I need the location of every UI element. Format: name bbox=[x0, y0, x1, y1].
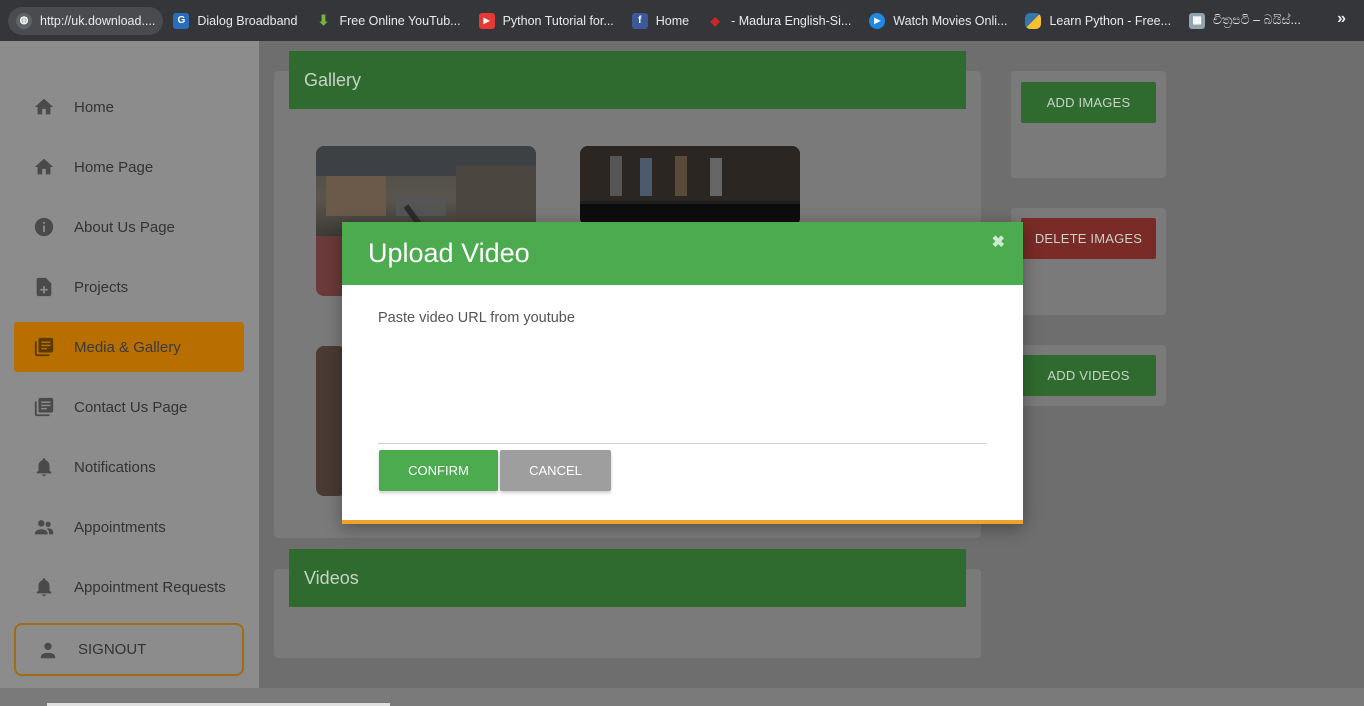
sidebar-item-label: Notifications bbox=[74, 458, 156, 476]
sidebar-item-home[interactable]: Home bbox=[14, 82, 244, 132]
youtube-icon: ▶ bbox=[478, 12, 495, 29]
python-icon bbox=[1025, 12, 1042, 29]
modal-accent-bar bbox=[342, 520, 1023, 524]
sidebar-item-label: Media & Gallery bbox=[74, 338, 181, 356]
video-url-label: Paste video URL from youtube bbox=[378, 310, 575, 326]
sidebar-item-appointment-requests[interactable]: Appointment Requests bbox=[14, 562, 244, 612]
delete-images-button[interactable]: DELETE IMAGES bbox=[1021, 218, 1156, 259]
add-videos-button[interactable]: ADD VIDEOS bbox=[1021, 355, 1156, 396]
signout-button[interactable]: SIGNOUT bbox=[14, 623, 244, 676]
cancel-button[interactable]: CANCEL bbox=[500, 450, 611, 491]
bookmark-python-tutorial[interactable]: ▶ Python Tutorial for... bbox=[471, 7, 622, 35]
bookmark-label: Home bbox=[655, 13, 690, 28]
sidebar-item-notifications[interactable]: Notifications bbox=[14, 442, 244, 492]
file-plus-icon bbox=[32, 275, 56, 299]
sidebar-item-home-page[interactable]: Home Page bbox=[14, 142, 244, 192]
bookmarks-bar: ◍ http://uk.download.... G Dialog Broadb… bbox=[0, 0, 1364, 41]
modal-header: Upload Video ✖ bbox=[342, 222, 1023, 285]
gallery-image[interactable] bbox=[580, 146, 800, 226]
bookmark-dialog-broadband[interactable]: G Dialog Broadband bbox=[165, 7, 305, 35]
bookmark-label: Learn Python - Free... bbox=[1049, 13, 1172, 28]
download-arrow-icon: ⬇ bbox=[317, 12, 330, 28]
confirm-button[interactable]: CONFIRM bbox=[379, 450, 498, 491]
bookmark-label: Dialog Broadband bbox=[197, 13, 298, 28]
home-icon bbox=[32, 95, 56, 119]
videos-title: Videos bbox=[304, 567, 359, 588]
info-icon bbox=[32, 215, 56, 239]
bookmark-label: Watch Movies Onli... bbox=[893, 13, 1008, 28]
play-circle-icon: ▶ bbox=[869, 12, 886, 29]
bookmark-madura-english[interactable]: ◆ - Madura English-Si... bbox=[699, 7, 859, 35]
signout-label: SIGNOUT bbox=[78, 641, 147, 658]
video-url-input[interactable] bbox=[378, 332, 987, 444]
home-icon bbox=[32, 155, 56, 179]
sidebar-item-label: Home bbox=[74, 98, 115, 116]
sidebar-item-contact-us-page[interactable]: Contact Us Page bbox=[14, 382, 244, 432]
bell-icon bbox=[32, 455, 56, 479]
sidebar-item-label: Contact Us Page bbox=[74, 398, 188, 416]
videos-header: Videos bbox=[289, 549, 966, 607]
storefront-image bbox=[580, 146, 800, 226]
sidebar-item-label: Projects bbox=[74, 278, 129, 296]
bookmark-label: Python Tutorial for... bbox=[502, 13, 614, 28]
gallery-title: Gallery bbox=[304, 69, 362, 90]
sidebar-item-label: Appointments bbox=[74, 518, 166, 536]
library-icon bbox=[32, 335, 56, 359]
madura-icon: ◆ bbox=[710, 13, 720, 28]
library-icon bbox=[32, 395, 56, 419]
person-icon bbox=[36, 638, 60, 662]
bookmark-label: http://uk.download.... bbox=[40, 13, 156, 28]
bookmark-learn-python[interactable]: Learn Python - Free... bbox=[1017, 7, 1179, 35]
sidebar-item-label: About Us Page bbox=[74, 218, 175, 236]
bookmark-sinhala-films[interactable]: ▦ චිත්‍රපටි – බයිස්... bbox=[1181, 7, 1309, 35]
sidebar-item-label: Appointment Requests bbox=[74, 578, 226, 596]
people-icon bbox=[32, 515, 56, 539]
bell-icon bbox=[32, 575, 56, 599]
globe-icon: ◍ bbox=[16, 12, 32, 29]
gallery-header: Gallery bbox=[289, 51, 966, 109]
facebook-icon: f bbox=[631, 12, 648, 29]
bookmark-uk-download[interactable]: ◍ http://uk.download.... bbox=[8, 6, 164, 35]
sidebar: Home Home Page About Us Page Projects Me… bbox=[0, 41, 259, 706]
sidebar-item-media-gallery[interactable]: Media & Gallery bbox=[14, 322, 244, 372]
sidebar-item-appointments[interactable]: Appointments bbox=[14, 502, 244, 552]
sidebar-item-about-us-page[interactable]: About Us Page bbox=[14, 202, 244, 252]
sidebar-item-projects[interactable]: Projects bbox=[14, 262, 244, 312]
sidebar-item-label: Home Page bbox=[74, 158, 154, 176]
bookmark-label: - Madura English-Si... bbox=[731, 13, 852, 28]
dialog-icon: G bbox=[173, 12, 190, 29]
bookmark-home-facebook[interactable]: f Home bbox=[624, 7, 697, 35]
bookmark-free-online-youtube[interactable]: ⬇ Free Online YouTub... bbox=[307, 7, 468, 35]
modal-title: Upload Video bbox=[368, 238, 530, 268]
bookmark-label: චිත්‍රපටි – බයිස්... bbox=[1213, 13, 1301, 27]
close-icon[interactable]: ✖ bbox=[992, 232, 1005, 252]
bookmarks-overflow-button[interactable]: » bbox=[1337, 10, 1346, 28]
film-icon: ▦ bbox=[1189, 12, 1206, 29]
bookmark-watch-movies[interactable]: ▶ Watch Movies Onli... bbox=[861, 7, 1015, 35]
upload-video-modal: Upload Video ✖ Paste video URL from yout… bbox=[342, 222, 1023, 524]
add-images-button[interactable]: ADD IMAGES bbox=[1021, 82, 1156, 123]
bookmark-label: Free Online YouTub... bbox=[339, 13, 461, 28]
